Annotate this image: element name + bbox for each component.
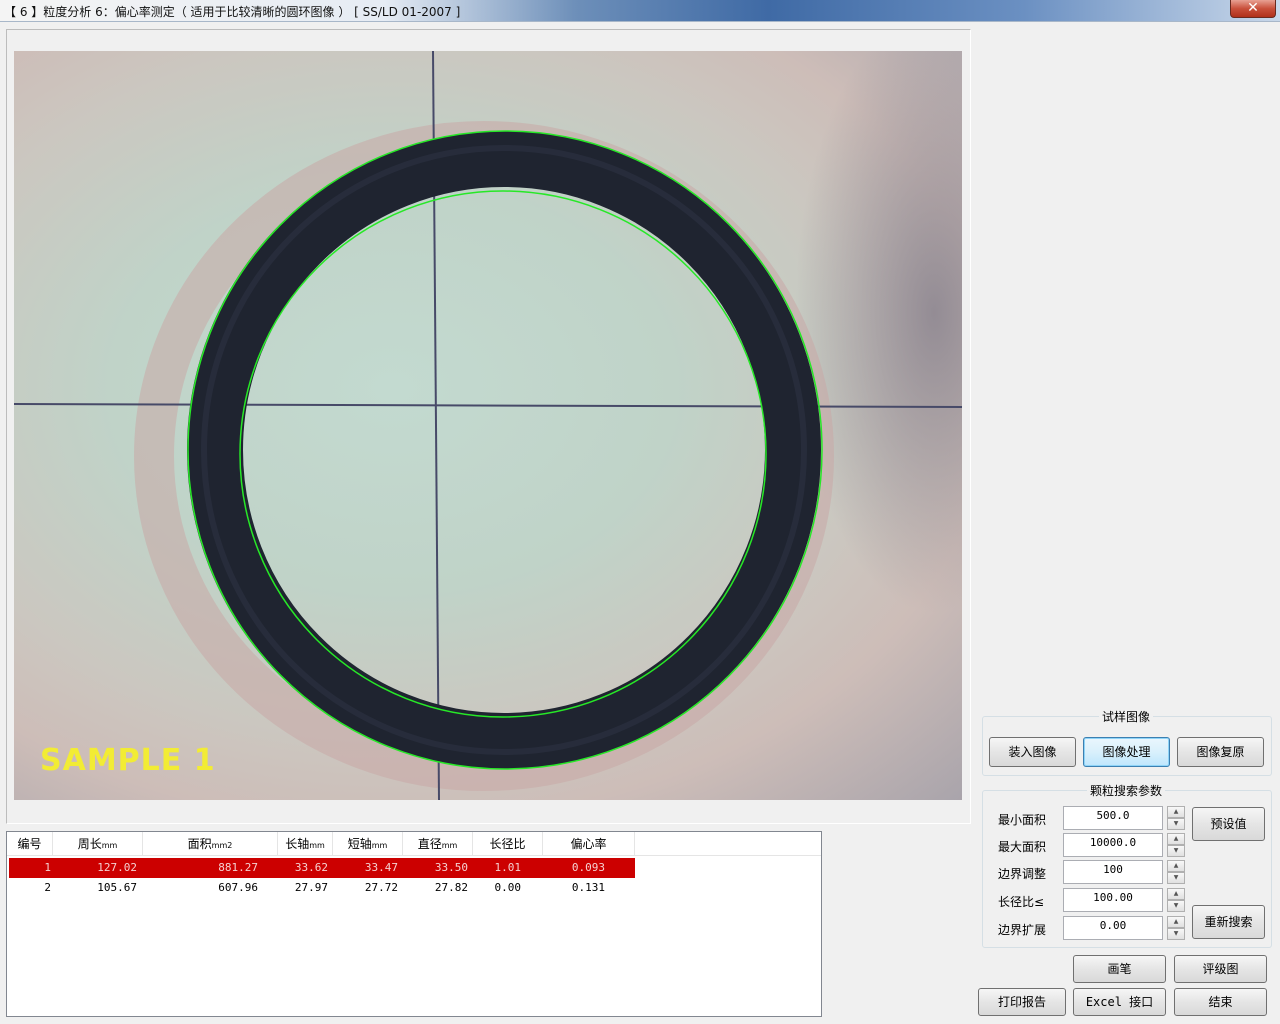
sample-panel-title: 试样图像	[1099, 708, 1154, 725]
border-expand-spinner[interactable]: ▲ ▼	[1167, 916, 1185, 940]
border-adjust-spinner[interactable]: ▲ ▼	[1167, 860, 1185, 884]
header-id[interactable]: 编号	[7, 832, 53, 856]
sample-image-drawing	[14, 51, 962, 800]
cell-major-axis: 33.62	[294, 861, 328, 874]
min-area-label: 最小面积	[998, 813, 1047, 827]
spin-up-icon[interactable]: ▲	[1167, 806, 1185, 818]
border-expand-input[interactable]: 0.00	[1063, 916, 1163, 940]
spin-down-icon[interactable]: ▼	[1167, 872, 1185, 884]
end-button[interactable]: 结束	[1174, 988, 1267, 1016]
search-params-panel: 颗粒搜索参数 最小面积 500.0 ▲ ▼ 最大面积 10000.0 ▲ ▼ 边界调…	[982, 782, 1272, 948]
preset-button[interactable]: 预设值	[1192, 807, 1265, 841]
max-area-label: 最大面积	[998, 840, 1047, 854]
table-row[interactable]: 2 105.67 607.96 27.97 27.72 27.82 0.00 0…	[9, 878, 635, 898]
spin-up-icon[interactable]: ▲	[1167, 860, 1185, 872]
header-diameter[interactable]: 直径mm	[403, 832, 473, 856]
cell-minor-axis: 33.47	[364, 861, 398, 874]
cell-id: 2	[44, 881, 51, 894]
min-area-input[interactable]: 500.0	[1063, 806, 1163, 830]
header-minor-axis[interactable]: 短轴mm	[333, 832, 403, 856]
spin-up-icon[interactable]: ▲	[1167, 916, 1185, 928]
cell-eccentricity: 0.093	[571, 861, 605, 874]
max-area-spinner[interactable]: ▲ ▼	[1167, 833, 1185, 857]
border-expand-label: 边界扩展	[998, 923, 1047, 937]
header-eccentricity[interactable]: 偏心率	[543, 832, 635, 856]
sample-image[interactable]: SAMPLE 1	[14, 51, 962, 800]
results-table[interactable]: 编号 周长mm 面积mm2 长轴mm 短轴mm 直径mm 长径比 偏心率 1 1…	[6, 831, 822, 1017]
sample-image-panel: 试样图像 装入图像 图像处理 图像复原	[982, 708, 1272, 776]
close-button[interactable]: ✕	[1230, 0, 1276, 18]
spin-down-icon[interactable]: ▼	[1167, 818, 1185, 830]
process-image-button[interactable]: 图像处理	[1083, 737, 1170, 767]
cell-major-axis: 27.97	[294, 881, 328, 894]
axis-ratio-spinner[interactable]: ▲ ▼	[1167, 888, 1185, 912]
print-report-button[interactable]: 打印报告	[978, 988, 1066, 1016]
restore-image-button[interactable]: 图像复原	[1177, 737, 1264, 767]
window-title: 【 6 】粒度分析 6：偏心率测定（ 适用于比较清晰的圆环图像 ） [ SS/L…	[4, 5, 461, 19]
research-button[interactable]: 重新搜索	[1192, 905, 1265, 939]
cell-id: 1	[44, 861, 51, 874]
border-adjust-label: 边界调整	[998, 867, 1047, 881]
cell-axis-ratio: 0.00	[494, 881, 522, 894]
spin-down-icon[interactable]: ▼	[1167, 928, 1185, 940]
cell-diameter: 27.82	[434, 881, 468, 894]
cell-minor-axis: 27.72	[364, 881, 398, 894]
spin-down-icon[interactable]: ▼	[1167, 845, 1185, 857]
close-icon: ✕	[1247, 0, 1259, 16]
axis-ratio-label: 长径比≤	[998, 895, 1045, 909]
cell-perimeter: 127.02	[97, 861, 137, 874]
grade-chart-button[interactable]: 评级图	[1174, 955, 1267, 983]
sample-label: SAMPLE 1	[40, 743, 216, 778]
cell-area: 881.27	[218, 861, 258, 874]
table-row[interactable]: 1 127.02 881.27 33.62 33.47 33.50 1.01 0…	[9, 858, 635, 878]
cell-area: 607.96	[218, 881, 258, 894]
cell-eccentricity: 0.131	[571, 881, 605, 894]
header-axis-ratio[interactable]: 长径比	[473, 832, 543, 856]
pen-button[interactable]: 画笔	[1073, 955, 1166, 983]
min-area-spinner[interactable]: ▲ ▼	[1167, 806, 1185, 830]
header-perimeter[interactable]: 周长mm	[53, 832, 143, 856]
border-adjust-input[interactable]: 100	[1063, 860, 1163, 884]
title-bar: 【 6 】粒度分析 6：偏心率测定（ 适用于比较清晰的圆环图像 ） [ SS/L…	[0, 0, 1280, 22]
cell-perimeter: 105.67	[97, 881, 137, 894]
search-panel-title: 颗粒搜索参数	[1087, 782, 1166, 799]
spin-up-icon[interactable]: ▲	[1167, 888, 1185, 900]
axis-ratio-input[interactable]: 100.00	[1063, 888, 1163, 912]
excel-interface-button[interactable]: Excel 接口	[1073, 988, 1166, 1016]
cell-axis-ratio: 1.01	[494, 861, 522, 874]
cell-diameter: 33.50	[434, 861, 468, 874]
table-header: 编号 周长mm 面积mm2 长轴mm 短轴mm 直径mm 长径比 偏心率	[7, 832, 821, 856]
spin-down-icon[interactable]: ▼	[1167, 900, 1185, 912]
spin-up-icon[interactable]: ▲	[1167, 833, 1185, 845]
load-image-button[interactable]: 装入图像	[989, 737, 1076, 767]
header-area[interactable]: 面积mm2	[143, 832, 278, 856]
client-area: SAMPLE 1 编号 周长mm 面积mm2 长轴mm 短轴mm 直径mm 长径…	[0, 23, 1280, 1024]
header-major-axis[interactable]: 长轴mm	[278, 832, 333, 856]
max-area-input[interactable]: 10000.0	[1063, 833, 1163, 857]
